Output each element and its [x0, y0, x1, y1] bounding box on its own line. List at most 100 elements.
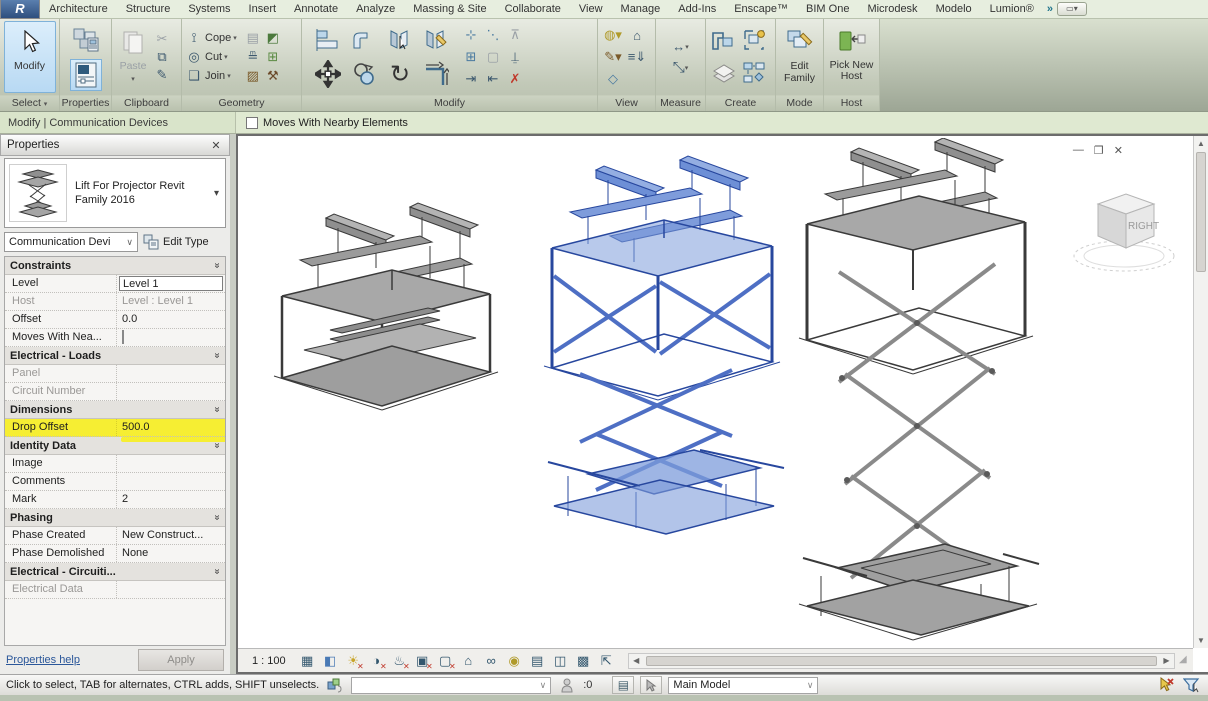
edit-family-button[interactable]: Edit Family	[779, 21, 820, 93]
offset-icon[interactable]	[351, 27, 377, 53]
tab-lumion[interactable]: Lumion®	[981, 1, 1043, 18]
category-filter-combo[interactable]: Communication Devi ∨	[4, 232, 138, 252]
property-row-offset[interactable]: Offset 0.0	[5, 311, 225, 329]
create-panel-label[interactable]: Create	[706, 95, 775, 111]
create-similar-icon[interactable]	[711, 28, 737, 54]
horizontal-scrollbar[interactable]: ◀ ▶	[627, 652, 1175, 669]
editing-requests-icon[interactable]	[557, 676, 577, 694]
modify-button[interactable]: Modify	[3, 21, 56, 93]
geometry-panel-label[interactable]: Geometry	[182, 95, 301, 111]
property-row-moves-with-nearby[interactable]: Moves With Nea...	[5, 329, 225, 347]
hide-in-view-icon[interactable]: ◍▾	[604, 27, 622, 44]
type-selector-dropdown-icon[interactable]: ▾	[214, 188, 221, 199]
design-options-dialog-icon[interactable]: ▤	[612, 676, 635, 694]
tab-architecture[interactable]: Architecture	[40, 1, 117, 18]
view-lock-icon[interactable]: ⇱	[595, 651, 618, 671]
offset-value-field[interactable]: 0.0	[117, 311, 225, 328]
reveal-hidden-elements-icon[interactable]: ◉	[503, 651, 526, 671]
tab-massing-site[interactable]: Massing & Site	[404, 1, 495, 18]
aligned-dimension-icon[interactable]: ⤡ ▾	[664, 59, 698, 76]
unlocked-view-icon[interactable]: ⌂	[457, 651, 480, 671]
sun-path-icon[interactable]: ☀	[342, 651, 365, 671]
trim-extend-single-icon[interactable]: ⇥	[462, 71, 480, 88]
unpin-icon[interactable]: ⊼	[506, 27, 524, 44]
override-graphics-icon[interactable]: ✎▾	[604, 49, 622, 66]
property-row-phase-demolished[interactable]: Phase Demolished None	[5, 545, 225, 563]
editing-requests-count[interactable]: :0	[583, 679, 592, 691]
copy-icon[interactable]	[351, 61, 377, 87]
linework-icon[interactable]	[628, 71, 646, 88]
crop-view-icon[interactable]: ▣	[411, 651, 434, 671]
moves-with-nearby-property-checkbox[interactable]	[122, 330, 124, 344]
property-row-level[interactable]: Level Level 1	[5, 275, 225, 293]
copy-to-clipboard-icon[interactable]: ⧉	[153, 49, 171, 66]
tab-insert[interactable]: Insert	[240, 1, 286, 18]
wall-joins-icon[interactable]: ≞	[244, 49, 262, 66]
join-button[interactable]: ❑ Join ▾	[185, 67, 237, 86]
view-window-minimize-icon[interactable]: —	[1073, 144, 1084, 157]
edit-type-button[interactable]: Edit Type	[142, 232, 226, 252]
properties-palette-header[interactable]: Properties ✕	[0, 134, 230, 156]
trim-extend-corner-icon[interactable]	[423, 61, 449, 87]
active-option-only-icon[interactable]	[640, 676, 663, 694]
trim-extend-multiple-icon[interactable]: ⇤	[484, 71, 502, 88]
default-3d-view-icon[interactable]: ◇	[604, 71, 622, 88]
align-icon[interactable]	[315, 27, 341, 53]
temporary-view-properties-icon[interactable]: ▤	[526, 651, 549, 671]
tab-analyze[interactable]: Analyze	[347, 1, 404, 18]
pick-new-host-button[interactable]: Pick New Host	[827, 21, 876, 93]
view-window-close-icon[interactable]: ✕	[1114, 144, 1123, 157]
mark-value-field[interactable]: 2	[117, 491, 225, 508]
cut-button[interactable]: ◎ Cut ▾	[185, 48, 237, 67]
horizontal-scroll-thumb[interactable]	[645, 655, 1157, 666]
close-icon[interactable]: ✕	[209, 139, 223, 152]
worksharing-display-icon[interactable]: ▩	[572, 651, 595, 671]
design-option-dropdown[interactable]: Main Model ∨	[668, 676, 819, 694]
detail-level-icon[interactable]: ▦	[296, 651, 319, 671]
shadows-icon[interactable]: ◑	[365, 651, 388, 671]
worksets-icon[interactable]	[325, 676, 345, 694]
tab-annotate[interactable]: Annotate	[285, 1, 347, 18]
property-row-comments[interactable]: Comments	[5, 473, 225, 491]
drop-offset-value-field[interactable]: 500.0	[117, 419, 225, 436]
cope-button[interactable]: ⟟ Cope ▾	[185, 29, 237, 48]
lift-model-selected[interactable]	[540, 154, 788, 538]
cut-to-clipboard-icon[interactable]: ✂	[153, 31, 171, 48]
model-canvas[interactable]: RIGHT — ❐ ✕	[238, 136, 1193, 648]
tab-bim-one[interactable]: BIM One	[797, 1, 858, 18]
displace-elements-icon[interactable]	[741, 60, 767, 86]
type-selector[interactable]: Lift For Projector Revit Family 2016 ▾	[4, 158, 226, 228]
unjoin-geometry-icon[interactable]: ◩	[264, 30, 282, 47]
tab-enscape[interactable]: Enscape™	[725, 1, 797, 18]
selection-filter-icon[interactable]	[1182, 676, 1202, 694]
beam-joins-icon[interactable]: ▤	[244, 30, 262, 47]
lift-model-extended[interactable]	[795, 138, 1043, 646]
host-panel-label[interactable]: Host	[824, 95, 879, 111]
displacement-sets-icon[interactable]: ◫	[549, 651, 572, 671]
property-row-drop-offset[interactable]: Drop Offset 500.0	[5, 419, 225, 437]
create-group-icon[interactable]	[741, 28, 767, 54]
resize-grip[interactable]: ◢	[1179, 654, 1193, 668]
thin-lines-icon[interactable]: ≡⇓	[628, 49, 646, 66]
create-parts-icon[interactable]: ⊞	[264, 49, 282, 66]
properties-panel-label[interactable]: Properties	[60, 95, 111, 111]
viewcube[interactable]: RIGHT	[1068, 180, 1180, 282]
mirror-pick-axis-icon[interactable]	[387, 27, 413, 53]
split-with-gap-icon[interactable]: ⋱	[484, 27, 502, 44]
group-phasing[interactable]: Phasing «	[5, 509, 225, 527]
tab-microdesk[interactable]: Microdesk	[858, 1, 926, 18]
group-electrical-circuiting[interactable]: Electrical - Circuiti... «	[5, 563, 225, 581]
delete-icon[interactable]: ✗	[506, 71, 524, 88]
scroll-down-icon[interactable]: ▼	[1194, 633, 1208, 648]
property-row-phase-created[interactable]: Phase Created New Construct...	[5, 527, 225, 545]
family-types-button[interactable]	[70, 24, 102, 56]
view-panel-label[interactable]: View	[598, 95, 655, 111]
pin-icon[interactable]: ⍊	[506, 49, 524, 66]
group-constraints[interactable]: Constraints «	[5, 257, 225, 275]
moves-with-nearby-checkbox[interactable]	[246, 116, 258, 129]
property-row-image[interactable]: Image	[5, 455, 225, 473]
drawing-area[interactable]: RIGHT — ❐ ✕ ▲ ▼ 1 : 100 ▦ ◧ ☀ ◑ ♨ ▣ ▢ ⌂ …	[236, 134, 1208, 674]
clipboard-panel-label[interactable]: Clipboard	[112, 95, 181, 111]
view-window-restore-icon[interactable]: ❐	[1094, 144, 1104, 157]
properties-palette-button[interactable]	[69, 58, 102, 91]
